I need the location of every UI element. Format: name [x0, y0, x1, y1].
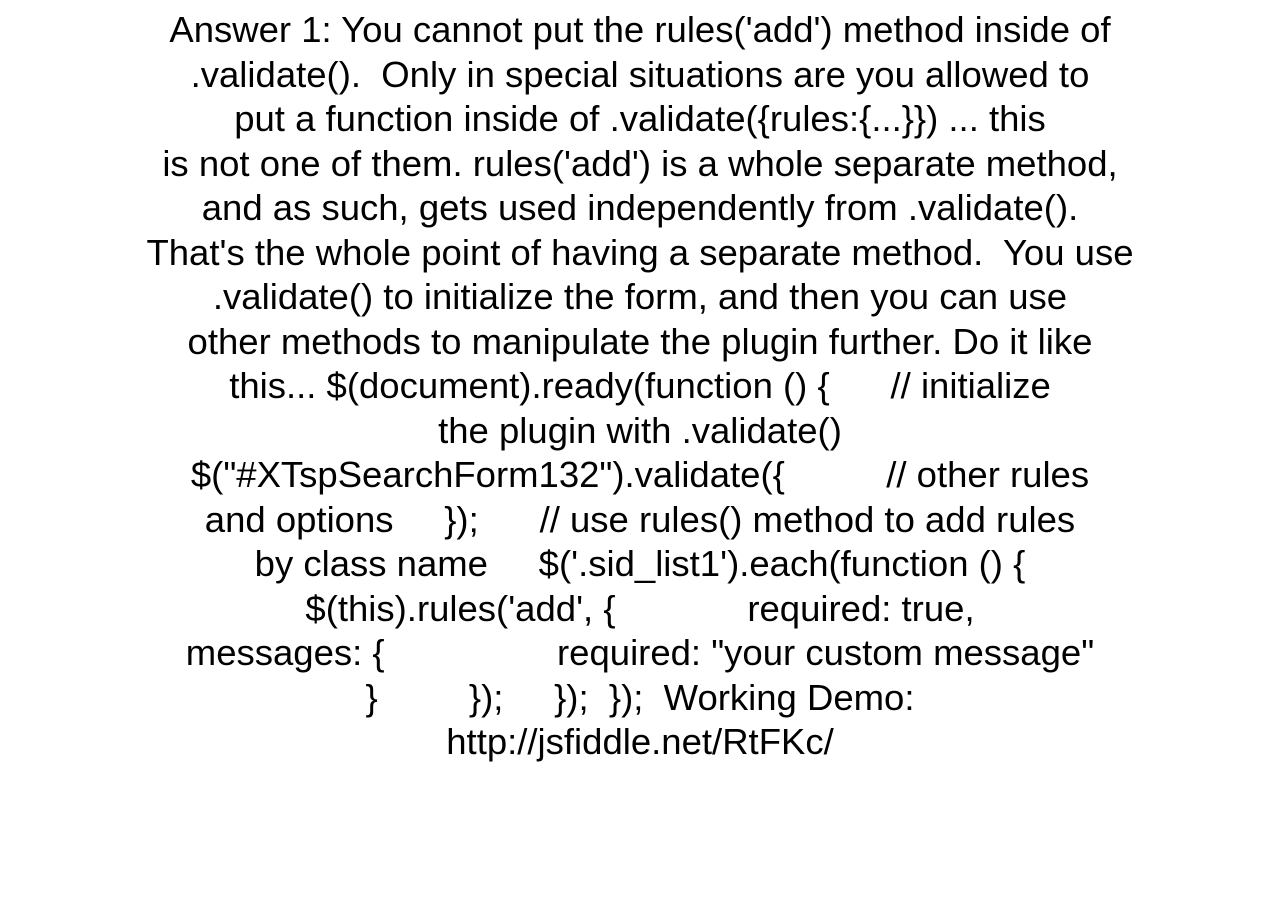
- document-container: Answer 1: You cannot put the rules('add'…: [0, 0, 1280, 902]
- answer-text: Answer 1: You cannot put the rules('add'…: [146, 8, 1133, 765]
